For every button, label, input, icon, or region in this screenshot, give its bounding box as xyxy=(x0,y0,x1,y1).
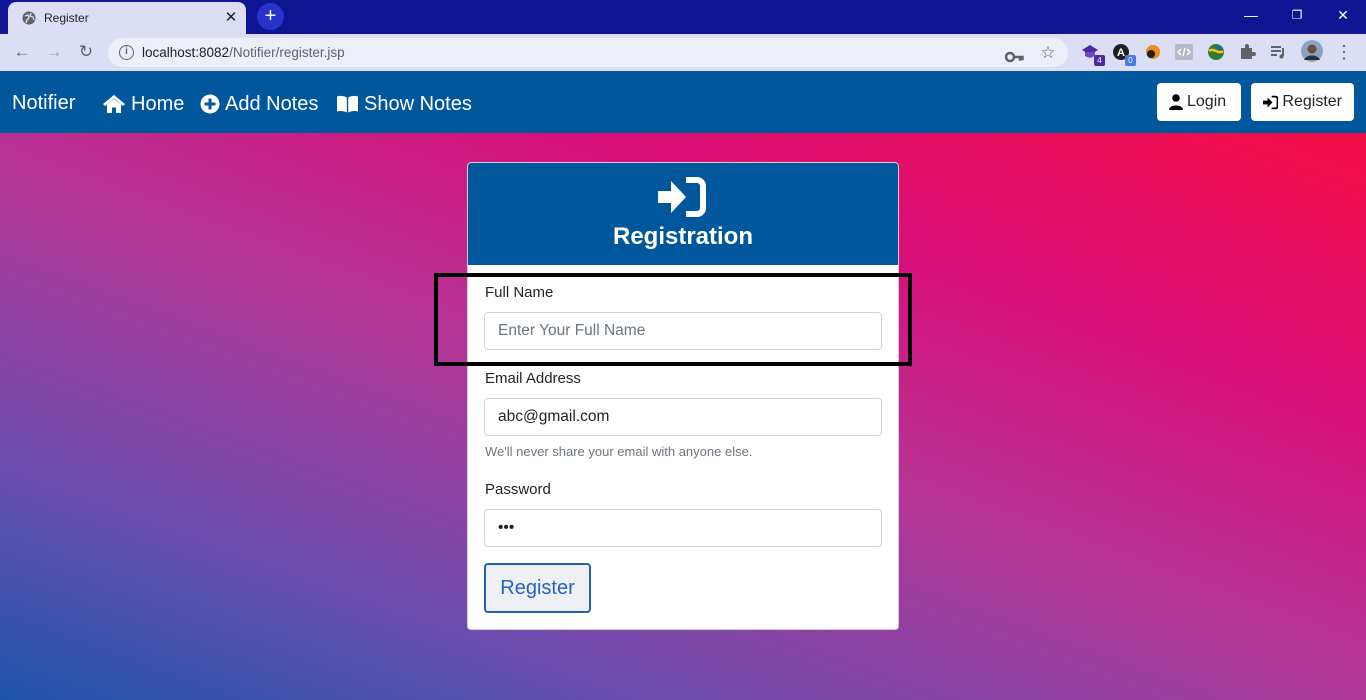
browser-menu-icon[interactable]: ⋮ xyxy=(1334,42,1354,62)
email-label: Email Address xyxy=(485,370,581,387)
nav-home[interactable]: Home xyxy=(102,91,184,117)
reload-icon[interactable]: ↻ xyxy=(74,41,98,63)
book-icon xyxy=(337,95,358,113)
minimize-icon[interactable]: — xyxy=(1237,4,1265,26)
new-tab-button[interactable]: + xyxy=(257,3,284,30)
site-info-icon[interactable]: i xyxy=(119,45,134,60)
plus-circle-icon xyxy=(200,94,220,114)
extensions-puzzle-icon[interactable] xyxy=(1237,42,1257,62)
home-icon xyxy=(103,95,125,113)
email-help-text: We'll never share your email with anyone… xyxy=(485,444,753,459)
browser-tab[interactable]: Register ✕ xyxy=(8,2,246,34)
restore-icon[interactable]: ❐ xyxy=(1283,4,1311,26)
media-queue-icon[interactable] xyxy=(1268,42,1288,62)
extension-3-icon[interactable] xyxy=(1143,42,1163,62)
code-extension-icon[interactable] xyxy=(1174,42,1194,62)
browser-toolbar: ← → ↻ i localhost:8082/Notifier/register… xyxy=(0,34,1366,71)
full-name-label: Full Name xyxy=(485,284,554,301)
form-title: Registration xyxy=(612,223,753,250)
nav-home-label: Home xyxy=(131,92,185,115)
register-nav-button[interactable]: Register xyxy=(1251,83,1354,121)
url-text[interactable]: localhost:8082/Notifier/register.jsp xyxy=(142,45,345,60)
extension-2-icon[interactable]: A 0 xyxy=(1111,42,1136,66)
extension-1-icon[interactable]: 4 xyxy=(1080,42,1105,66)
registration-card: Registration Full Name Email Address We'… xyxy=(467,162,899,630)
back-icon[interactable]: ← xyxy=(10,41,34,63)
address-bar[interactable]: i localhost:8082/Notifier/register.jsp ☆ xyxy=(108,38,1068,67)
tab-close-icon[interactable]: ✕ xyxy=(222,9,240,27)
brand-logo[interactable]: Notifier xyxy=(12,92,75,115)
app-navbar: Notifier Home Add Notes Show Notes Login xyxy=(0,71,1366,133)
card-header: Registration xyxy=(468,163,898,265)
profile-avatar[interactable] xyxy=(1301,40,1323,62)
window-close-icon[interactable]: ✕ xyxy=(1329,4,1357,26)
tab-title: Register xyxy=(44,11,89,25)
password-input[interactable] xyxy=(484,509,882,547)
sign-in-icon xyxy=(1263,95,1279,109)
register-submit-button[interactable]: Register xyxy=(484,563,591,613)
forward-icon[interactable]: → xyxy=(42,41,66,63)
nav-add-notes[interactable]: Add Notes xyxy=(200,91,318,117)
login-button-label: Login xyxy=(1187,93,1227,110)
globe-icon xyxy=(22,11,36,25)
login-button[interactable]: Login xyxy=(1157,83,1241,121)
register-nav-button-label: Register xyxy=(1282,93,1342,110)
email-input[interactable] xyxy=(484,398,882,436)
password-label: Password xyxy=(485,481,551,498)
nav-add-notes-label: Add Notes xyxy=(225,92,319,115)
bookmark-star-icon[interactable]: ☆ xyxy=(1038,43,1058,63)
tab-strip: Register ✕ + — ❐ ✕ xyxy=(0,0,1366,34)
full-name-input[interactable] xyxy=(484,312,882,350)
nav-show-notes[interactable]: Show Notes xyxy=(336,91,472,117)
user-icon xyxy=(1169,94,1183,110)
svg-text:A: A xyxy=(1117,47,1125,59)
key-icon[interactable] xyxy=(1005,47,1025,67)
sign-in-icon xyxy=(658,177,706,217)
nav-show-notes-label: Show Notes xyxy=(364,92,472,115)
globe-extension-icon[interactable] xyxy=(1206,42,1226,62)
